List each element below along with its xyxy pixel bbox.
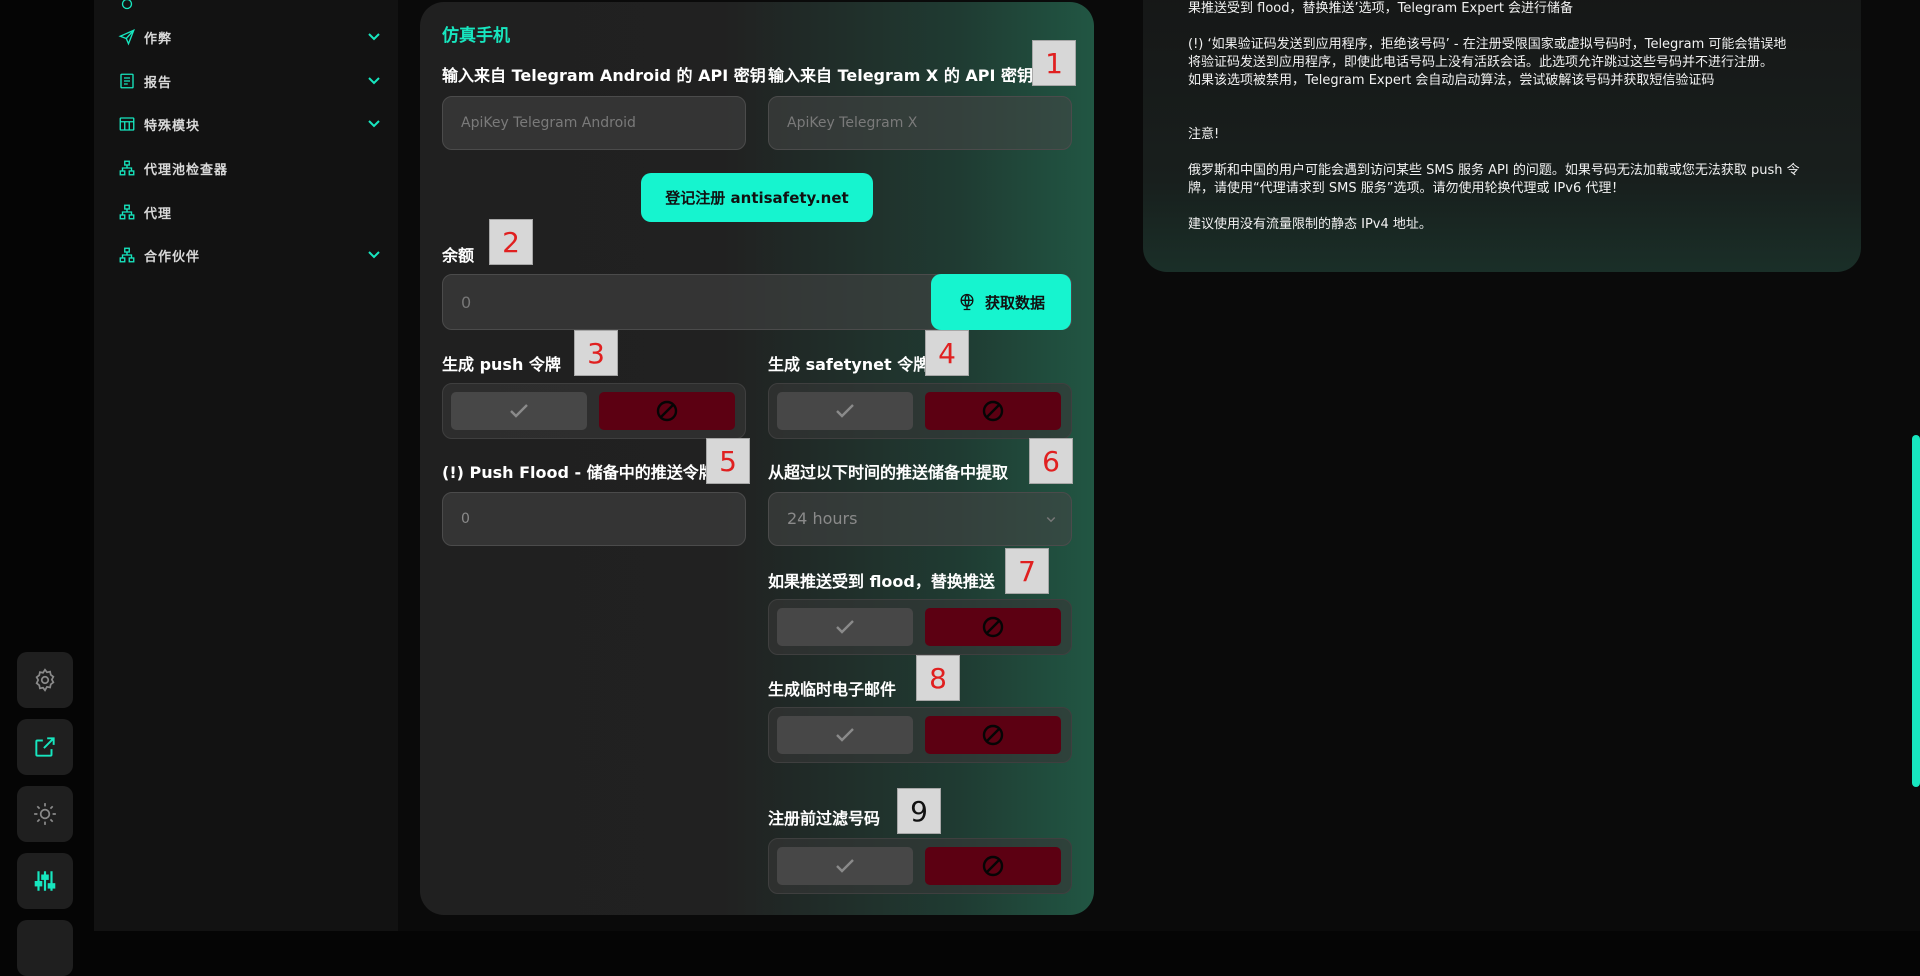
info-line: 建议使用没有流量限制的静态 IPv4 地址。 <box>1188 217 1432 232</box>
check-icon <box>836 859 854 873</box>
filter-numbers-toggle <box>768 838 1072 894</box>
push-flood-input[interactable] <box>442 492 746 546</box>
info-line: 俄罗斯和中国的用户可能会遇到访问某些 SMS 服务 API 的问题。如果号码无法… <box>1188 163 1800 178</box>
annotation-marker-7: 7 <box>1005 548 1049 594</box>
disable-button[interactable] <box>925 392 1061 430</box>
enable-button[interactable] <box>777 608 913 646</box>
sidebar-item-partial[interactable] <box>118 0 382 17</box>
external-link-icon <box>35 737 55 757</box>
android-api-input[interactable] <box>442 96 746 150</box>
sliders-icon <box>34 871 56 891</box>
annotation-marker-3: 3 <box>574 330 618 376</box>
safetynet-token-label: 生成 safetynet 令牌 <box>768 355 930 374</box>
chevron-down-icon <box>368 33 380 41</box>
ban-icon <box>982 616 1004 638</box>
sidebar-item-cheat[interactable]: 作弊 <box>118 24 382 50</box>
network-icon <box>118 246 136 264</box>
replace-push-label: 如果推送受到 flood，替换推送 <box>768 572 995 591</box>
panel-title: 仿真手机 <box>442 26 510 46</box>
disable-button[interactable] <box>925 847 1061 885</box>
left-rail <box>0 0 94 976</box>
x-api-input[interactable] <box>768 96 1072 150</box>
sliders-button[interactable] <box>17 853 73 909</box>
sidebar-item-label: 报告 <box>144 75 173 91</box>
chevron-down-icon <box>368 77 380 85</box>
chevron-down-icon <box>1046 516 1056 523</box>
sidebar-item-label: 代理 <box>144 206 173 222</box>
enable-button[interactable] <box>777 392 913 430</box>
annotation-marker-1: 1 <box>1032 40 1076 86</box>
push-token-label: 生成 push 令牌 <box>442 355 561 374</box>
filter-numbers-label: 注册前过滤号码 <box>768 809 881 828</box>
gear-icon <box>35 668 55 692</box>
sidebar-item-label: 合作伙伴 <box>144 249 201 265</box>
annotation-marker-8: 8 <box>916 655 960 701</box>
info-line: 如果该选项被禁用，Telegram Expert 会自动启动算法，尝试破解该号码… <box>1188 73 1715 88</box>
settings-button[interactable] <box>17 652 73 708</box>
temp-email-toggle <box>768 707 1072 763</box>
annotation-marker-4: 4 <box>925 330 969 376</box>
balance-label: 余额 <box>442 246 475 265</box>
ban-icon <box>982 724 1004 746</box>
disable-button[interactable] <box>599 392 735 430</box>
sidebar-item-partners[interactable]: 合作伙伴 <box>118 242 382 268</box>
sidebar-item-label: 特殊模块 <box>144 118 201 134</box>
android-api-label: 输入来自 Telegram Android 的 API 密钥 <box>442 66 766 85</box>
register-antisafety-button[interactable]: 登记注册 antisafety.net <box>641 173 873 222</box>
annotation-marker-6: 6 <box>1029 438 1073 484</box>
sidebar-item-label: 代理池检查器 <box>144 162 229 178</box>
sidebar-item-label: 作弊 <box>144 31 173 47</box>
fetch-older-select[interactable]: 24 hours <box>768 492 1072 546</box>
check-icon <box>836 728 854 742</box>
annotation-marker-9: 9 <box>897 788 941 834</box>
annotation-marker-5: 5 <box>706 438 750 484</box>
network-icon <box>118 159 136 177</box>
rail-button-partial[interactable] <box>17 920 73 976</box>
chevron-down-icon <box>368 120 380 128</box>
annotation-marker-2: 2 <box>489 219 533 265</box>
info-line: 果推送受到 flood，替换推送’选项，Telegram Expert 会进行储… <box>1188 1 1574 16</box>
network-icon <box>118 0 136 13</box>
x-api-label: 输入来自 Telegram X 的 API 密钥 <box>768 66 1034 85</box>
enable-button[interactable] <box>777 716 913 754</box>
info-line: 牌，请使用“代理请求到 SMS 服务”选项。请勿使用轮换代理或 IPv6 代理！ <box>1188 181 1625 196</box>
fetch-data-label: 获取数据 <box>984 293 1045 312</box>
external-link-button[interactable] <box>17 719 73 775</box>
temp-email-label: 生成临时电子邮件 <box>768 680 897 699</box>
send-icon <box>118 28 136 46</box>
info-line: (!) ‘如果验证码发送到应用程序，拒绝该号码’ - 在注册受限国家或虚拟号码时… <box>1188 37 1787 52</box>
check-icon <box>836 404 854 418</box>
push-flood-label: (!) Push Flood - 储备中的推送令牌 <box>442 463 715 482</box>
network-icon <box>118 203 136 221</box>
check-icon <box>836 620 854 634</box>
fetch-data-button[interactable]: 获取数据 <box>931 274 1071 330</box>
check-icon <box>510 404 528 418</box>
fetch-older-label: 从超过以下时间的推送储备中提取 <box>768 463 1009 482</box>
theme-toggle-button[interactable] <box>17 786 73 842</box>
info-heading: 注意! <box>1188 127 1220 142</box>
ban-icon <box>982 400 1004 422</box>
safetynet-token-toggle <box>768 383 1072 439</box>
enable-button[interactable] <box>451 392 587 430</box>
globe-icon <box>960 293 974 311</box>
replace-push-toggle <box>768 599 1072 655</box>
ban-icon <box>982 855 1004 877</box>
sidebar: 作弊 报告 特殊模块 代理池检查器 代理 合作伙伴 <box>94 0 398 931</box>
enable-button[interactable] <box>777 847 913 885</box>
disable-button[interactable] <box>925 716 1061 754</box>
table-icon <box>118 115 136 133</box>
sidebar-item-reports[interactable]: 报告 <box>118 68 382 94</box>
fetch-older-value: 24 hours <box>787 509 858 528</box>
info-line: 将验证码发送到应用程序，即使此电话号码上没有活跃会话。此选项允许跳过这些号码并不… <box>1188 55 1774 70</box>
chevron-down-icon <box>368 251 380 259</box>
push-token-toggle <box>442 383 746 439</box>
report-icon <box>118 72 136 90</box>
sidebar-item-special-modules[interactable]: 特殊模块 <box>118 111 382 137</box>
sun-icon <box>34 803 56 825</box>
ban-icon <box>656 400 678 422</box>
sidebar-item-proxy[interactable]: 代理 <box>118 199 382 225</box>
scrollbar-thumb[interactable] <box>1912 435 1920 787</box>
sidebar-item-proxy-checker[interactable]: 代理池检查器 <box>118 155 382 181</box>
disable-button[interactable] <box>925 608 1061 646</box>
